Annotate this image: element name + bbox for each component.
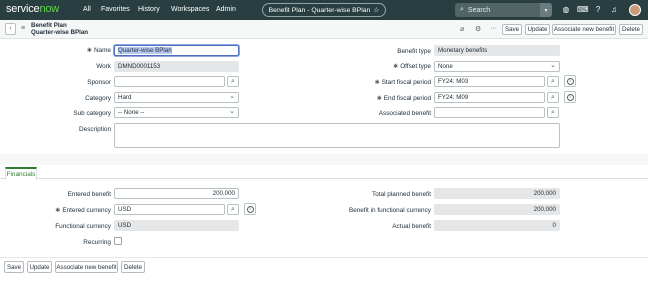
- functional-currency-label: Functional currency: [55, 223, 111, 230]
- settings-icon[interactable]: ⚙: [475, 25, 481, 33]
- logo-text-main: service: [6, 3, 40, 15]
- top-navigation: servicenow All Favorites History Workspa…: [0, 0, 648, 20]
- offset-type-label-text: Offset type: [400, 63, 431, 70]
- associated-benefit-label: Associated benefit: [378, 110, 431, 117]
- footer-delete-button[interactable]: Delete: [121, 261, 145, 273]
- avatar[interactable]: [629, 4, 641, 16]
- subcategory-select[interactable]: -- None --: [114, 107, 239, 118]
- delete-button[interactable]: Delete: [619, 24, 643, 35]
- start-period-label: ✱ Start fiscal period: [375, 79, 431, 86]
- chevron-down-icon[interactable]: ▾: [540, 3, 552, 17]
- functional-benefit-field: 200,000: [434, 204, 560, 215]
- nav-workspaces[interactable]: Workspaces: [171, 6, 209, 13]
- update-button[interactable]: Update: [525, 24, 550, 35]
- entered-currency-label: ✱ Entered currency: [55, 207, 111, 214]
- description-label: Description: [79, 126, 111, 133]
- nav-admin[interactable]: Admin: [216, 6, 236, 13]
- offset-type-label: ✱ Offset type: [393, 63, 431, 70]
- benefit-type-label: Benefit type: [397, 48, 431, 55]
- total-planned-benefit-field: 200,000: [434, 188, 560, 199]
- bell-icon[interactable]: ♫: [609, 5, 619, 15]
- entered-currency-input[interactable]: USD: [114, 204, 225, 215]
- sponsor-lookup-icon[interactable]: ⌕: [227, 76, 239, 87]
- associated-benefit-input[interactable]: [434, 107, 545, 118]
- tab-bar: Financials: [0, 166, 648, 180]
- tab-financials[interactable]: Financials: [5, 167, 37, 180]
- chat-icon[interactable]: ⌨: [577, 5, 589, 15]
- back-button[interactable]: ‹: [5, 23, 16, 35]
- required-icon: ✱: [86, 48, 92, 54]
- footer-save-button[interactable]: Save: [4, 261, 24, 273]
- start-period-input[interactable]: FY24: M03: [434, 76, 545, 87]
- functional-benefit-label: Benefit in functional currency: [348, 207, 431, 214]
- globe-icon[interactable]: ◍: [561, 5, 571, 15]
- name-value: Quarter-wise BPlan: [118, 47, 172, 54]
- required-icon: ✱: [393, 64, 399, 70]
- name-label: ✱ Name: [87, 47, 111, 54]
- entered-currency-label-text: Entered currency: [62, 207, 111, 214]
- search-icon: ⌕: [460, 6, 464, 13]
- recurring-checkbox[interactable]: [114, 237, 122, 245]
- nav-favorites[interactable]: Favorites: [101, 6, 130, 13]
- form-header: ‹ ≡ Benefit Plan Quarter-wise BPlan ⌀ ⚙ …: [0, 20, 648, 39]
- functional-currency-field: USD: [114, 220, 239, 231]
- end-period-lookup-icon[interactable]: ⌕: [547, 92, 559, 103]
- end-period-info-icon[interactable]: i: [564, 91, 576, 103]
- form-title: Benefit Plan Quarter-wise BPlan: [31, 22, 89, 36]
- attachment-icon[interactable]: ⌀: [460, 25, 464, 33]
- sponsor-input[interactable]: [114, 76, 225, 87]
- category-select[interactable]: Hard: [114, 92, 239, 103]
- sponsor-label: Sponsor: [87, 79, 111, 86]
- form-title-line2: Quarter-wise BPlan: [31, 28, 89, 36]
- star-icon[interactable]: ☆: [373, 6, 379, 14]
- end-period-input[interactable]: FY24: M09: [434, 92, 545, 103]
- required-icon: ✱: [55, 208, 61, 214]
- total-planned-benefit-label: Total planned benefit: [372, 191, 431, 198]
- logo-text-accent: now: [39, 3, 60, 15]
- footer-separator: [0, 257, 648, 258]
- name-input[interactable]: Quarter-wise BPlan: [114, 45, 239, 56]
- help-icon[interactable]: ?: [593, 5, 603, 15]
- context-title-pill[interactable]: Benefit Plan - Quarter-wise BPlan ☆: [262, 3, 386, 17]
- more-icon[interactable]: ···: [490, 25, 497, 32]
- category-label: Category: [85, 95, 111, 102]
- footer-update-button[interactable]: Update: [27, 261, 52, 273]
- servicenow-logo[interactable]: servicenow: [6, 3, 59, 15]
- required-icon: ✱: [374, 80, 380, 86]
- end-period-label: ✱ End fiscal period: [377, 95, 431, 102]
- subcategory-label: Sub category: [73, 110, 111, 117]
- description-textarea[interactable]: [114, 123, 560, 148]
- search-placeholder: Search: [467, 6, 491, 14]
- name-label-text: Name: [93, 47, 111, 54]
- benefit-type-field: Monetary benefits: [434, 45, 560, 56]
- section-divider: [0, 154, 648, 165]
- required-icon: ✱: [376, 96, 382, 102]
- entered-currency-info-icon[interactable]: i: [244, 203, 256, 215]
- save-button[interactable]: Save: [502, 24, 522, 35]
- start-period-lookup-icon[interactable]: ⌕: [547, 76, 559, 87]
- entered-benefit-input[interactable]: 200,000: [114, 188, 239, 199]
- footer-associate-new-benefit-button[interactable]: Associate new benefit: [55, 261, 118, 273]
- start-period-info-icon[interactable]: i: [564, 75, 576, 87]
- nav-all[interactable]: All: [83, 6, 91, 13]
- associated-benefit-lookup-icon[interactable]: ⌕: [547, 107, 559, 118]
- nav-history[interactable]: History: [138, 6, 160, 13]
- end-period-label-text: End fiscal period: [383, 95, 431, 102]
- associate-new-benefit-button[interactable]: Associate new benefit: [552, 24, 616, 35]
- actual-benefit-label: Actual benefit: [392, 223, 431, 230]
- actual-benefit-field: 0: [434, 220, 560, 231]
- work-label: Work: [96, 63, 111, 70]
- entered-currency-lookup-icon[interactable]: ⌕: [227, 204, 239, 215]
- menu-icon[interactable]: ≡: [21, 25, 25, 32]
- entered-benefit-label: Entered benefit: [67, 191, 111, 198]
- recurring-label: Recurring: [83, 239, 111, 246]
- context-title: Benefit Plan - Quarter-wise BPlan: [268, 6, 371, 14]
- global-search[interactable]: ⌕ Search ▾: [455, 3, 552, 17]
- start-period-label-text: Start fiscal period: [381, 79, 431, 86]
- work-field: DMND0001153: [114, 61, 239, 72]
- offset-type-select[interactable]: None: [434, 61, 560, 72]
